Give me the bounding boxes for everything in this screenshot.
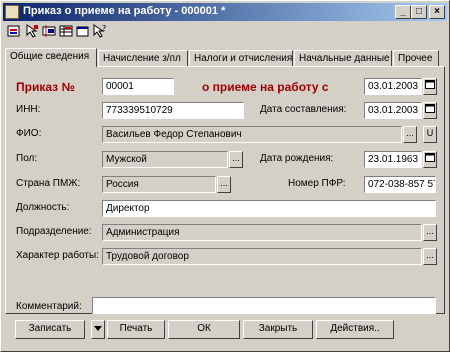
- work-type-select-button[interactable]: ...: [423, 248, 437, 265]
- fio-field[interactable]: Васильев Федор Степанович: [102, 126, 402, 143]
- sex-field[interactable]: Мужской: [102, 151, 228, 168]
- country-select-button[interactable]: ...: [217, 176, 231, 193]
- department-select-button[interactable]: ...: [423, 224, 437, 241]
- tab-panel-general: Приказ № 00001 о приеме на работу с 03.0…: [5, 66, 445, 314]
- birth-date-label: Дата рождения:: [260, 153, 334, 164]
- fio-u-button[interactable]: U: [423, 126, 437, 143]
- fio-select-button[interactable]: ...: [403, 126, 417, 143]
- calendar-button[interactable]: [423, 151, 437, 168]
- tab-general[interactable]: Общие сведения: [5, 48, 97, 67]
- order-number-field[interactable]: 00001: [102, 78, 174, 95]
- help-pointer-icon[interactable]: ?: [93, 24, 107, 38]
- field-props-icon[interactable]: [42, 24, 56, 38]
- window-title: Приказ о приеме на работу - 000001 *: [23, 5, 226, 17]
- sex-label: Пол:: [16, 153, 38, 164]
- country-label: Страна ПМЖ:: [16, 178, 81, 189]
- comment-field[interactable]: [92, 297, 436, 314]
- pointer-icon[interactable]: [25, 24, 39, 38]
- sex-select-button[interactable]: ...: [229, 151, 243, 168]
- pfr-field[interactable]: 072-038-857 57: [364, 176, 436, 193]
- minimize-button[interactable]: _: [395, 5, 411, 19]
- tab-initial-data[interactable]: Начальные данные: [294, 50, 392, 66]
- save-button[interactable]: Записать: [15, 320, 85, 339]
- ok-button[interactable]: ОК: [168, 320, 240, 339]
- tab-strip: Общие сведения Начисление з/пл Налоги и …: [5, 48, 445, 67]
- svg-text:?: ?: [102, 24, 106, 33]
- order-title: о приеме на работу с: [202, 80, 329, 94]
- close-button[interactable]: Закрыть: [243, 320, 313, 339]
- compose-date-field[interactable]: 03.01.2003: [364, 102, 422, 119]
- save-dropdown-button[interactable]: [91, 320, 105, 339]
- calendar-icon: [425, 104, 435, 113]
- inn-field[interactable]: 773339510729: [102, 102, 244, 119]
- calendar-button[interactable]: [423, 102, 437, 119]
- print-button[interactable]: Печать: [107, 320, 165, 339]
- work-type-label: Характер работы:: [16, 250, 99, 261]
- chevron-down-icon: [94, 326, 102, 331]
- calendar-icon: [425, 80, 435, 89]
- close-window-button[interactable]: ×: [429, 5, 445, 19]
- start-date-field[interactable]: 03.01.2003: [364, 78, 422, 95]
- inn-label: ИНН:: [16, 104, 41, 115]
- tab-other[interactable]: Прочее: [393, 50, 439, 66]
- calendar-icon: [425, 153, 435, 162]
- position-field[interactable]: Директор: [102, 200, 436, 217]
- order-label: Приказ №: [16, 80, 75, 94]
- work-type-field[interactable]: Трудовой договор: [102, 248, 422, 265]
- birth-date-field[interactable]: 23.01.1963: [364, 151, 422, 168]
- title-bar[interactable]: Приказ о приеме на работу - 000001 * _ □…: [3, 3, 447, 21]
- tab-payroll[interactable]: Начисление з/пл: [98, 50, 188, 66]
- comment-label: Комментарий:: [16, 301, 82, 312]
- dialog-window: Приказ о приеме на работу - 000001 * _ □…: [0, 0, 450, 352]
- table-icon[interactable]: [59, 24, 73, 38]
- document-icon: [5, 5, 19, 19]
- department-field[interactable]: Администрация: [102, 224, 422, 241]
- compose-date-label: Дата составления:: [260, 104, 347, 115]
- actions-button[interactable]: Действия..: [316, 320, 394, 339]
- maximize-button[interactable]: □: [411, 5, 427, 19]
- department-label: Подразделение:: [16, 226, 92, 237]
- country-field[interactable]: Россия: [102, 176, 216, 193]
- calendar-button[interactable]: [423, 78, 437, 95]
- pfr-label: Номер ПФР:: [288, 178, 346, 189]
- fio-label: ФИО:: [16, 128, 42, 139]
- position-label: Должность:: [16, 202, 70, 213]
- tab-taxes[interactable]: Налоги и отчисления: [189, 50, 293, 66]
- dialog-icon[interactable]: [76, 24, 90, 38]
- properties-icon[interactable]: [7, 24, 21, 38]
